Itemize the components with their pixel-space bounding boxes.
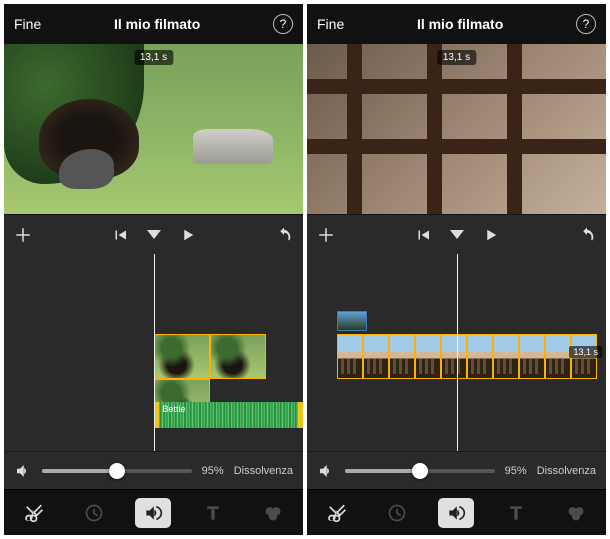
- clip-thumbnail[interactable]: [519, 334, 545, 379]
- transport-bar: [4, 214, 303, 254]
- add-media-button[interactable]: [14, 226, 32, 244]
- slider-knob[interactable]: [109, 463, 125, 479]
- done-button[interactable]: Fine: [317, 16, 344, 32]
- fade-button[interactable]: Dissolvenza: [234, 465, 293, 477]
- playhead-indicator-icon: [147, 230, 161, 239]
- text-tool[interactable]: [498, 498, 534, 528]
- clip-thumbnail[interactable]: [415, 334, 441, 379]
- help-button[interactable]: ?: [576, 14, 596, 34]
- volume-percent: 95%: [505, 465, 527, 477]
- add-media-button[interactable]: [317, 226, 335, 244]
- help-button[interactable]: ?: [273, 14, 293, 34]
- clip-thumbnail[interactable]: [389, 334, 415, 379]
- text-tool[interactable]: [195, 498, 231, 528]
- preview-timecode: 13,1 s: [134, 50, 173, 65]
- undo-button[interactable]: [275, 226, 293, 244]
- filter-tool[interactable]: [558, 498, 594, 528]
- clip-thumbnail[interactable]: [493, 334, 519, 379]
- filter-tool[interactable]: [255, 498, 291, 528]
- tool-bar: [4, 489, 303, 535]
- clip-thumbnail[interactable]: [210, 334, 266, 379]
- skip-back-button[interactable]: [414, 226, 432, 244]
- volume-icon: [14, 462, 32, 480]
- pip-clip[interactable]: [337, 311, 367, 331]
- header: Fine Il mio filmato ?: [307, 4, 606, 44]
- clip-thumbnail[interactable]: [467, 334, 493, 379]
- done-button[interactable]: Fine: [14, 16, 41, 32]
- timeline[interactable]: 13,1 s: [307, 254, 606, 451]
- preview-area: 13,1 s: [4, 44, 303, 214]
- skip-back-button[interactable]: [111, 226, 129, 244]
- timeline-timecode: 13,1 s: [569, 346, 602, 358]
- screen-right: Fine Il mio filmato ? 13,1 s 13,1 s 95% …: [307, 4, 606, 535]
- timeline[interactable]: Bettie: [4, 254, 303, 451]
- fade-button[interactable]: Dissolvenza: [537, 465, 596, 477]
- audio-clip[interactable]: Bettie: [154, 402, 304, 428]
- video-track[interactable]: [337, 334, 606, 379]
- volume-row: 95% Dissolvenza: [307, 451, 606, 489]
- audio-clip-label: Bettie: [163, 404, 186, 414]
- volume-tool[interactable]: [135, 498, 171, 528]
- volume-row: 95% Dissolvenza: [4, 451, 303, 489]
- project-title: Il mio filmato: [417, 16, 503, 32]
- transport-bar: [307, 214, 606, 254]
- preview-area: 13,1 s: [307, 44, 606, 214]
- speed-tool[interactable]: [76, 498, 112, 528]
- cut-tool[interactable]: [319, 498, 355, 528]
- clip-thumbnail[interactable]: [154, 334, 210, 379]
- undo-button[interactable]: [578, 226, 596, 244]
- playhead-line: [457, 254, 458, 451]
- screen-left: Fine Il mio filmato ? 13,1 s Bettie: [4, 4, 303, 535]
- header: Fine Il mio filmato ?: [4, 4, 303, 44]
- speed-tool[interactable]: [379, 498, 415, 528]
- cut-tool[interactable]: [16, 498, 52, 528]
- tool-bar: [307, 489, 606, 535]
- play-button[interactable]: [482, 226, 500, 244]
- preview-timecode: 13,1 s: [437, 50, 476, 65]
- volume-tool[interactable]: [438, 498, 474, 528]
- video-track[interactable]: [154, 334, 304, 379]
- clip-thumbnail[interactable]: [441, 334, 467, 379]
- volume-slider[interactable]: [345, 469, 495, 473]
- clip-thumbnail[interactable]: [363, 334, 389, 379]
- volume-slider[interactable]: [42, 469, 192, 473]
- project-title: Il mio filmato: [114, 16, 200, 32]
- volume-percent: 95%: [202, 465, 224, 477]
- playhead-indicator-icon: [450, 230, 464, 239]
- clip-thumbnail[interactable]: [337, 334, 363, 379]
- volume-icon: [317, 462, 335, 480]
- slider-knob[interactable]: [412, 463, 428, 479]
- play-button[interactable]: [179, 226, 197, 244]
- playhead-line: [154, 254, 155, 451]
- clip-thumbnail[interactable]: [545, 334, 571, 379]
